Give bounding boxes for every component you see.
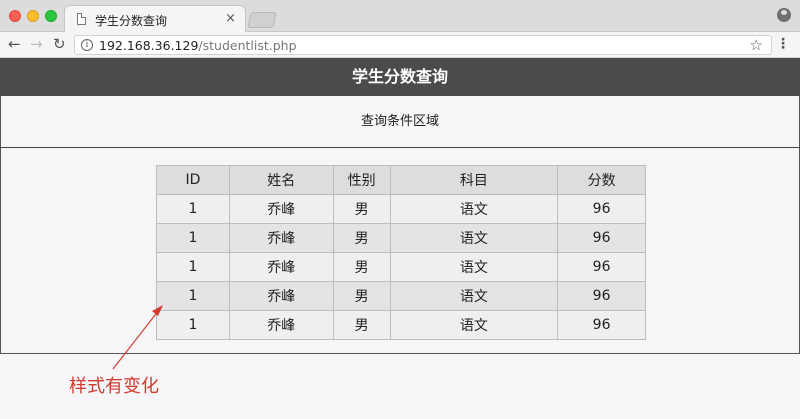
tab-close-icon[interactable]: × xyxy=(225,11,236,26)
cell-gender: 男 xyxy=(332,310,391,340)
maximize-window-button[interactable] xyxy=(45,10,57,22)
bookmark-star-icon[interactable]: ☆ xyxy=(750,36,763,54)
table-header-row: ID 姓名 性别 科目 分数 xyxy=(156,165,646,195)
cell-gender: 男 xyxy=(332,223,391,253)
cell-id: 1 xyxy=(156,281,230,311)
cell-name: 乔峰 xyxy=(228,252,334,282)
page-icon xyxy=(77,13,86,25)
url-text: 192.168.36.129/studentlist.php xyxy=(99,38,297,53)
minimize-window-button[interactable] xyxy=(27,10,39,22)
cell-gender: 男 xyxy=(332,252,391,282)
cell-subject: 语文 xyxy=(389,310,559,340)
cell-name: 乔峰 xyxy=(228,194,334,224)
table-row: 1 乔峰 男 语文 96 xyxy=(156,310,646,340)
tab-title: 学生分数查询 xyxy=(95,14,168,28)
forward-arrow-icon[interactable]: → xyxy=(30,35,43,53)
profile-icon[interactable] xyxy=(777,8,791,22)
cell-gender: 男 xyxy=(332,281,391,311)
column-header-gender: 性别 xyxy=(332,165,391,195)
annotation-label: 样式有变化 xyxy=(69,376,159,397)
url-path: /studentlist.php xyxy=(198,38,297,53)
browser-titlebar: 学生分数查询 × xyxy=(0,0,800,32)
cell-gender: 男 xyxy=(332,194,391,224)
page-content: 学生分数查询 查询条件区域 ID 姓名 性别 科目 分数 1 乔峰 男 语文 9… xyxy=(0,58,800,419)
close-window-button[interactable] xyxy=(9,10,21,22)
info-icon[interactable]: i xyxy=(81,39,93,51)
cell-id: 1 xyxy=(156,223,230,253)
cell-subject: 语文 xyxy=(389,281,559,311)
table-row: 1 乔峰 男 语文 96 xyxy=(156,252,646,282)
column-header-id: ID xyxy=(156,165,230,195)
cell-score: 96 xyxy=(557,223,646,253)
more-menu-icon[interactable]: ⋮ xyxy=(776,35,790,53)
cell-subject: 语文 xyxy=(389,223,559,253)
cell-score: 96 xyxy=(557,281,646,311)
url-host: 192.168.36.129 xyxy=(99,38,199,53)
page-title: 学生分数查询 xyxy=(0,58,800,96)
results-area: ID 姓名 性别 科目 分数 1 乔峰 男 语文 96 1 乔峰 男 语文 96… xyxy=(0,148,800,354)
scores-table: ID 姓名 性别 科目 分数 1 乔峰 男 语文 96 1 乔峰 男 语文 96… xyxy=(156,165,646,340)
new-tab-button[interactable] xyxy=(247,12,277,28)
reload-icon[interactable]: ↻ xyxy=(53,35,66,53)
table-row: 1 乔峰 男 语文 96 xyxy=(156,223,646,253)
address-bar[interactable]: i 192.168.36.129/studentlist.php ☆ xyxy=(74,35,772,55)
cell-id: 1 xyxy=(156,194,230,224)
browser-tab[interactable]: 学生分数查询 × xyxy=(64,5,246,32)
browser-toolbar: ← → ↻ i 192.168.36.129/studentlist.php ☆… xyxy=(0,32,800,58)
column-header-subject: 科目 xyxy=(389,165,559,195)
cell-score: 96 xyxy=(557,310,646,340)
cell-subject: 语文 xyxy=(389,252,559,282)
cell-id: 1 xyxy=(156,252,230,282)
cell-score: 96 xyxy=(557,194,646,224)
table-row: 1 乔峰 男 语文 96 xyxy=(156,194,646,224)
cell-score: 96 xyxy=(557,252,646,282)
column-header-name: 姓名 xyxy=(228,165,334,195)
back-arrow-icon[interactable]: ← xyxy=(8,35,21,53)
cell-name: 乔峰 xyxy=(228,281,334,311)
cell-name: 乔峰 xyxy=(228,310,334,340)
column-header-score: 分数 xyxy=(557,165,646,195)
cell-id: 1 xyxy=(156,310,230,340)
query-conditions-area: 查询条件区域 xyxy=(0,96,800,148)
cell-name: 乔峰 xyxy=(228,223,334,253)
cell-subject: 语文 xyxy=(389,194,559,224)
table-row: 1 乔峰 男 语文 96 xyxy=(156,281,646,311)
